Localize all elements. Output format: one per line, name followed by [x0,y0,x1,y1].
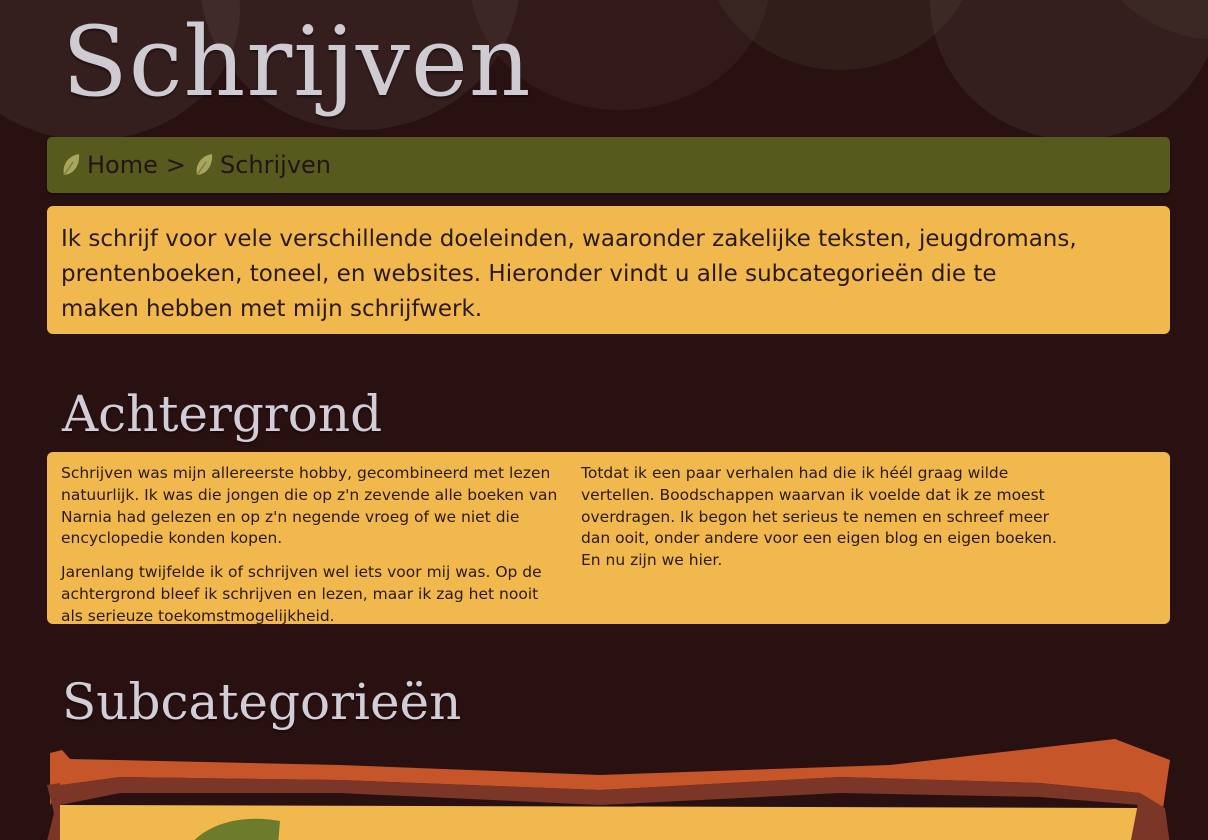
intro-text: Ik schrijf voor vele verschillende doele… [61,226,1077,322]
background-paragraph-2: Jarenlang twijfelde ik of schrijven wel … [61,563,542,625]
leaf-icon [63,154,80,176]
breadcrumb-home-label: Home [87,151,158,179]
background-paragraph-1: Schrijven was mijn allereerste hobby, ge… [61,464,558,548]
breadcrumb-separator: > [165,151,186,179]
breadcrumb-home-link[interactable]: Home [61,151,158,179]
background-column-right: Totdat ik een paar verhalen had die ik h… [581,463,1081,584]
frame-left-post [47,783,60,840]
background-panel: Schrijven was mijn allereerste hobby, ge… [47,452,1170,625]
breadcrumb-current-label: Schrijven [219,151,332,179]
page-title: Schrijven [62,6,532,118]
background-heading: Achtergrond [62,385,383,443]
breadcrumb-current-link[interactable]: Schrijven [194,151,331,179]
background-column-left: Schrijven was mijn allereerste hobby, ge… [61,463,561,640]
background-paragraph-3: Totdat ik een paar verhalen had die ik h… [581,464,1057,570]
subcategories-heading: Subcategorieën [62,673,462,731]
breadcrumb: Home > Schrijven [47,137,1170,193]
wooden-frame-graphic [47,739,1170,840]
subcategory-tile[interactable] [40,735,1180,840]
intro-panel: Ik schrijf voor vele verschillende doele… [47,206,1170,334]
background-columns: Schrijven was mijn allereerste hobby, ge… [61,463,1061,625]
leaf-icon [196,154,213,176]
